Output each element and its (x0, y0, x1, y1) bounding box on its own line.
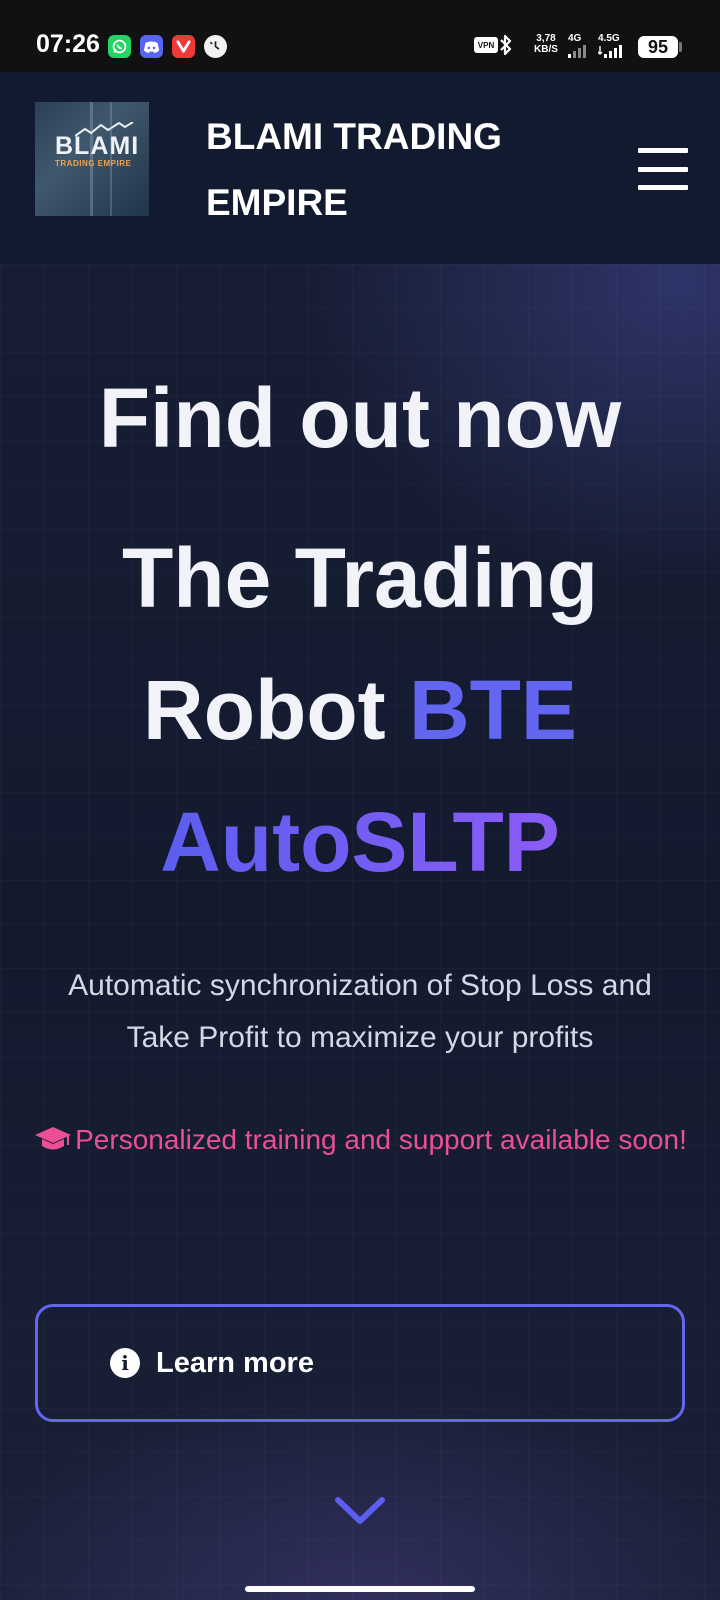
hamburger-icon-bar (638, 166, 688, 172)
training-announcement: Personalized training and support availa… (30, 1116, 690, 1164)
logo-subtext: TRADING EMPIRE (55, 159, 132, 168)
battery-icon (679, 42, 682, 52)
hamburger-icon-bar (638, 185, 688, 190)
hero-headline-line2: The Trading (121, 531, 599, 625)
site-logo[interactable]: BLAMI TRADING EMPIRE (35, 102, 149, 216)
site-header: BLAMI TRADING EMPIRE BLAMI TRADING EMPIR… (0, 72, 720, 264)
clock-app-icon (204, 35, 227, 58)
brand-name[interactable]: BLAMI TRADING EMPIRE (206, 104, 566, 236)
training-announcement-text: Personalized training and support availa… (75, 1124, 687, 1155)
hero-headline-line3: Robot BTE (0, 662, 720, 758)
vpn-badge: VPN (474, 37, 498, 53)
info-icon: i (110, 1348, 140, 1378)
signal-icon-sim1 (566, 43, 588, 69)
brand-name-line2: EMPIRE (206, 182, 348, 223)
whatsapp-icon (108, 35, 131, 58)
home-indicator[interactable] (245, 1586, 475, 1592)
hero-headline-robot: Robot (143, 663, 409, 757)
battery-level: 95 (638, 36, 678, 58)
status-bar: 07:26 VPN 3,78 KB/S 4G 4.5G 95 (0, 0, 720, 72)
graduation-cap-icon (35, 1127, 72, 1150)
hamburger-menu-button[interactable] (638, 148, 688, 190)
learn-more-label: Learn more (156, 1346, 314, 1379)
brand-name-line1: BLAMI TRADING (206, 116, 502, 157)
hero-section: Find out now The Trading Robot BTE AutoS… (0, 264, 720, 1600)
network-speed-value: 3,78 (536, 33, 556, 44)
status-time: 07:26 (36, 30, 100, 58)
hamburger-icon-bar (638, 148, 688, 153)
learn-more-button[interactable]: i Learn more (35, 1304, 685, 1422)
hero-headline-bte: BTE (408, 663, 577, 757)
vivaldi-icon (172, 35, 195, 58)
network-speed: 3,78 KB/S (532, 33, 560, 55)
hero-headline-line1: Find out now (98, 371, 622, 465)
network-speed-unit: KB/S (534, 44, 558, 55)
hero-subtitle: Automatic synchronization of Stop Loss a… (68, 969, 652, 1054)
hero-headline-line4: AutoSLTP (0, 794, 720, 890)
bluetooth-icon (498, 34, 514, 60)
discord-icon (140, 35, 163, 58)
signal-icon-sim2 (597, 43, 622, 69)
chevron-down-icon[interactable] (334, 1496, 386, 1526)
logo-text: BLAMI (55, 132, 140, 160)
hero-headline-autosltp: AutoSLTP (160, 795, 560, 889)
